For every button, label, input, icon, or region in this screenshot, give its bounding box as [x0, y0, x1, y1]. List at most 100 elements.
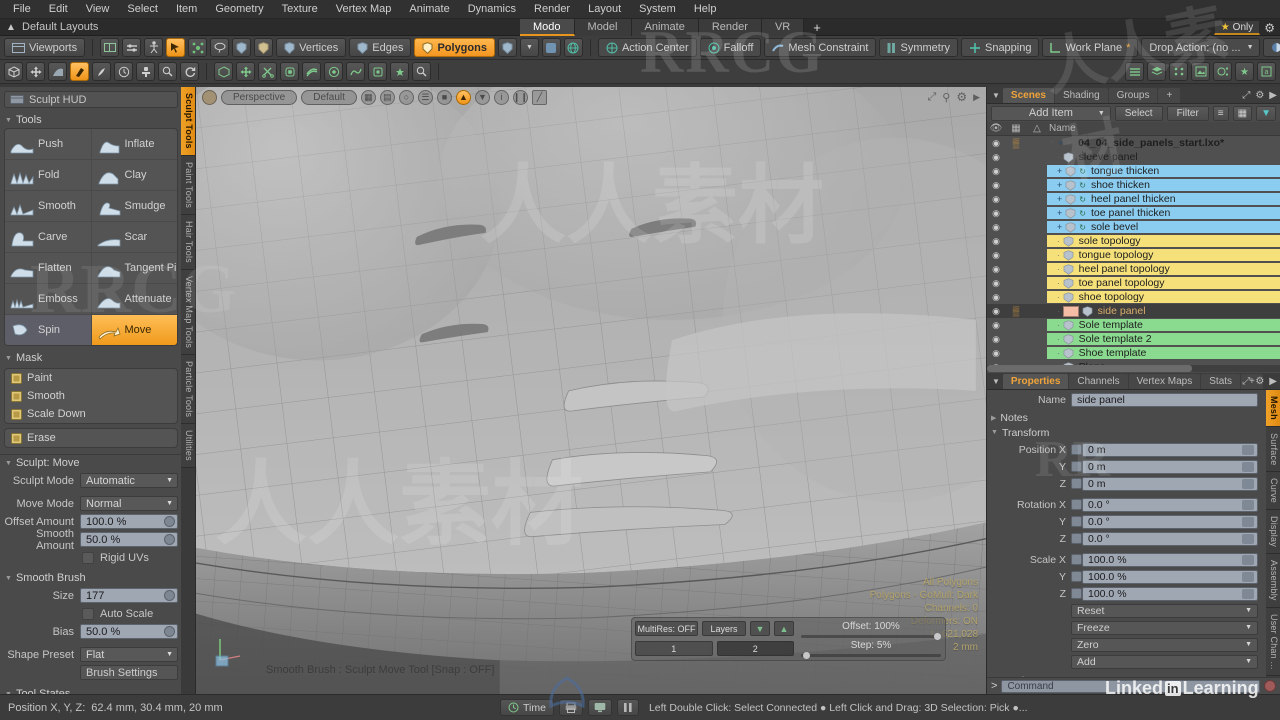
- item-list-row[interactable]: ◉ · heel panel topology: [987, 262, 1280, 276]
- menu-item-render[interactable]: Render: [525, 0, 579, 19]
- transform-lock-checkbox[interactable]: [1071, 478, 1082, 489]
- paint-tool-icon[interactable]: [92, 62, 111, 81]
- menu-item-vertex-map[interactable]: Vertex Map: [327, 0, 401, 19]
- properties-vtab-surface[interactable]: Surface: [1266, 426, 1280, 473]
- layers-stack-icon[interactable]: [1147, 62, 1166, 81]
- figure-item-icon[interactable]: [144, 38, 164, 57]
- material-swatch[interactable]: [1062, 305, 1079, 317]
- item-list-row[interactable]: ◉ · sleeve panel: [987, 150, 1280, 164]
- polygons-button[interactable]: Polygons: [414, 38, 495, 57]
- properties-vtab-assembly[interactable]: Assembly: [1266, 554, 1280, 608]
- add-scene-tab-button[interactable]: +: [1158, 87, 1181, 103]
- item-name-cell[interactable]: + ↻ shoe thicken: [1047, 179, 1280, 191]
- properties-vtab-display[interactable]: Display: [1266, 510, 1280, 555]
- symmetry-button[interactable]: Symmetry: [879, 38, 958, 57]
- layers-button[interactable]: Layers: [702, 621, 746, 636]
- clock-icon[interactable]: [114, 62, 133, 81]
- visibility-eye-icon[interactable]: ◉: [987, 278, 1005, 289]
- gear-icon[interactable]: ⚙: [1255, 90, 1264, 101]
- playback-icon[interactable]: [616, 699, 639, 716]
- transform-value-input[interactable]: 0.0 °: [1082, 497, 1258, 512]
- menu-item-animate[interactable]: Animate: [400, 0, 458, 19]
- filter-funnel-icon[interactable]: ▼: [1256, 105, 1276, 121]
- work-plane-button[interactable]: Work Plane *: [1042, 38, 1139, 57]
- item-grid-cell[interactable]: ▒: [1005, 305, 1027, 317]
- visibility-eye-icon[interactable]: ◉: [987, 180, 1005, 191]
- scene-item-list[interactable]: ◉ ▒ ▼ + ▰ 04_04_side_panels_start.lxo* ◉ · sleev…: [987, 136, 1280, 372]
- transform-value-input[interactable]: 100.0 %: [1082, 552, 1258, 567]
- sculpt-tool-flatten[interactable]: Flatten: [5, 253, 92, 283]
- shading-style-dropdown[interactable]: Default: [301, 89, 357, 105]
- scene-tab-groups[interactable]: Groups: [1108, 87, 1158, 103]
- left-vtab-paint-tools[interactable]: Paint Tools: [181, 155, 195, 215]
- falloff-button[interactable]: Falloff: [699, 38, 762, 57]
- mask-group-header[interactable]: ▼ Mask: [0, 350, 182, 366]
- primitive-cube-icon[interactable]: [214, 62, 233, 81]
- viewports-button[interactable]: Viewports: [4, 38, 86, 57]
- item-name-cell[interactable]: · Sole template: [1047, 319, 1280, 331]
- transform-lock-checkbox[interactable]: [1071, 516, 1082, 527]
- item-name-cell[interactable]: · heel panel topology: [1047, 263, 1280, 275]
- transform-lock-checkbox[interactable]: [1071, 554, 1082, 565]
- chevron-down-icon[interactable]: ▼: [519, 38, 539, 57]
- item-name-cell[interactable]: · sleeve panel: [1047, 151, 1280, 163]
- expand-plus-icon[interactable]: +: [1057, 194, 1062, 204]
- move-mode-dropdown[interactable]: Normal ▼: [80, 496, 178, 511]
- level-left-value[interactable]: 1: [635, 641, 713, 656]
- gear-icon[interactable]: ⚙: [1264, 21, 1278, 35]
- item-name-cell[interactable]: · tongue topology: [1047, 249, 1280, 261]
- item-name-cell[interactable]: + ↻ sole bevel: [1047, 221, 1280, 233]
- item-name-cell[interactable]: · sole topology: [1047, 235, 1280, 247]
- properties-vtab-mesh[interactable]: Mesh: [1266, 390, 1280, 427]
- action-center-button[interactable]: Action Center: [597, 38, 697, 57]
- auto-scale-checkbox[interactable]: [82, 607, 94, 620]
- visibility-eye-icon[interactable]: ◉: [987, 264, 1005, 275]
- time-button[interactable]: Time: [500, 699, 554, 716]
- 3d-viewport[interactable]: Perspective Default ▦ ▤ ○ ☰ ■ ▲ ▼ i ❙❙ ╱…: [196, 87, 986, 694]
- transform-value-input[interactable]: 0 m: [1082, 476, 1258, 491]
- falloff-tool-icon[interactable]: [48, 62, 67, 81]
- transform-lock-checkbox[interactable]: [1071, 461, 1082, 472]
- reset-action-dropdown[interactable]: Reset ▼: [1071, 603, 1258, 618]
- horizontal-split-icon[interactable]: [122, 38, 142, 57]
- layout-home-icon[interactable]: ▲: [0, 22, 22, 33]
- clone-stamp-icon[interactable]: [136, 62, 155, 81]
- lasso-select-icon[interactable]: [210, 38, 230, 57]
- render-button[interactable]: Render F9: [1262, 38, 1280, 57]
- name-input[interactable]: side panel: [1071, 392, 1258, 407]
- add-action-dropdown[interactable]: Add ▼: [1071, 654, 1258, 669]
- visibility-eye-icon[interactable]: ◉: [987, 334, 1005, 345]
- item-list-row[interactable]: ◉ ▒ · side panel: [987, 304, 1280, 318]
- multires-toggle[interactable]: MultiRes: OFF: [635, 621, 699, 636]
- view-mode-dropdown[interactable]: Perspective: [221, 89, 298, 105]
- rigid-uvs-row[interactable]: Rigid UVs: [4, 549, 178, 566]
- figure-scale-icon[interactable]: ▲: [455, 89, 471, 105]
- chevron-right-icon[interactable]: ▶: [1269, 376, 1277, 387]
- move-green-icon[interactable]: [236, 62, 255, 81]
- sculpt-tool-scar[interactable]: Scar: [92, 222, 178, 252]
- level-down-arrow-icon[interactable]: ▼: [750, 621, 770, 636]
- sculpt-tool-inflate[interactable]: Inflate: [92, 129, 178, 159]
- bevel-icon[interactable]: [280, 62, 299, 81]
- vertices-shield-icon[interactable]: [232, 38, 252, 57]
- left-vtab-vertex-map-tools[interactable]: Vertex Map Tools: [181, 269, 195, 355]
- bias-input[interactable]: 50.0 %: [80, 624, 178, 639]
- item-grid-cell[interactable]: ▒: [1005, 137, 1027, 149]
- transform-lock-checkbox[interactable]: [1071, 499, 1082, 510]
- sculpt-move-header[interactable]: ▼ Sculpt: Move: [0, 455, 182, 471]
- expand-plus-icon[interactable]: +: [1057, 208, 1062, 218]
- menu-item-item[interactable]: Item: [167, 0, 206, 19]
- item-name-cell[interactable]: · Shoe template: [1047, 347, 1280, 359]
- transform-group[interactable]: ▼ Transform: [987, 425, 1266, 440]
- select-mode-icon[interactable]: [166, 38, 186, 57]
- value-scrubber-icon[interactable]: [1242, 516, 1254, 527]
- transform-lock-checkbox[interactable]: [1071, 571, 1082, 582]
- edge-extend-icon[interactable]: [324, 62, 343, 81]
- item-name-cell[interactable]: ▼ + ▰ 04_04_side_panels_start.lxo*: [1047, 137, 1280, 149]
- menu-item-select[interactable]: Select: [118, 0, 167, 19]
- zero-action-dropdown[interactable]: Zero ▼: [1071, 637, 1258, 652]
- component-select-icon[interactable]: [188, 38, 208, 57]
- left-vtab-hair-tools[interactable]: Hair Tools: [181, 214, 195, 270]
- item-list-row[interactable]: ◉ · tongue topology: [987, 248, 1280, 262]
- panel-menu-icon[interactable]: ▼: [990, 377, 1002, 386]
